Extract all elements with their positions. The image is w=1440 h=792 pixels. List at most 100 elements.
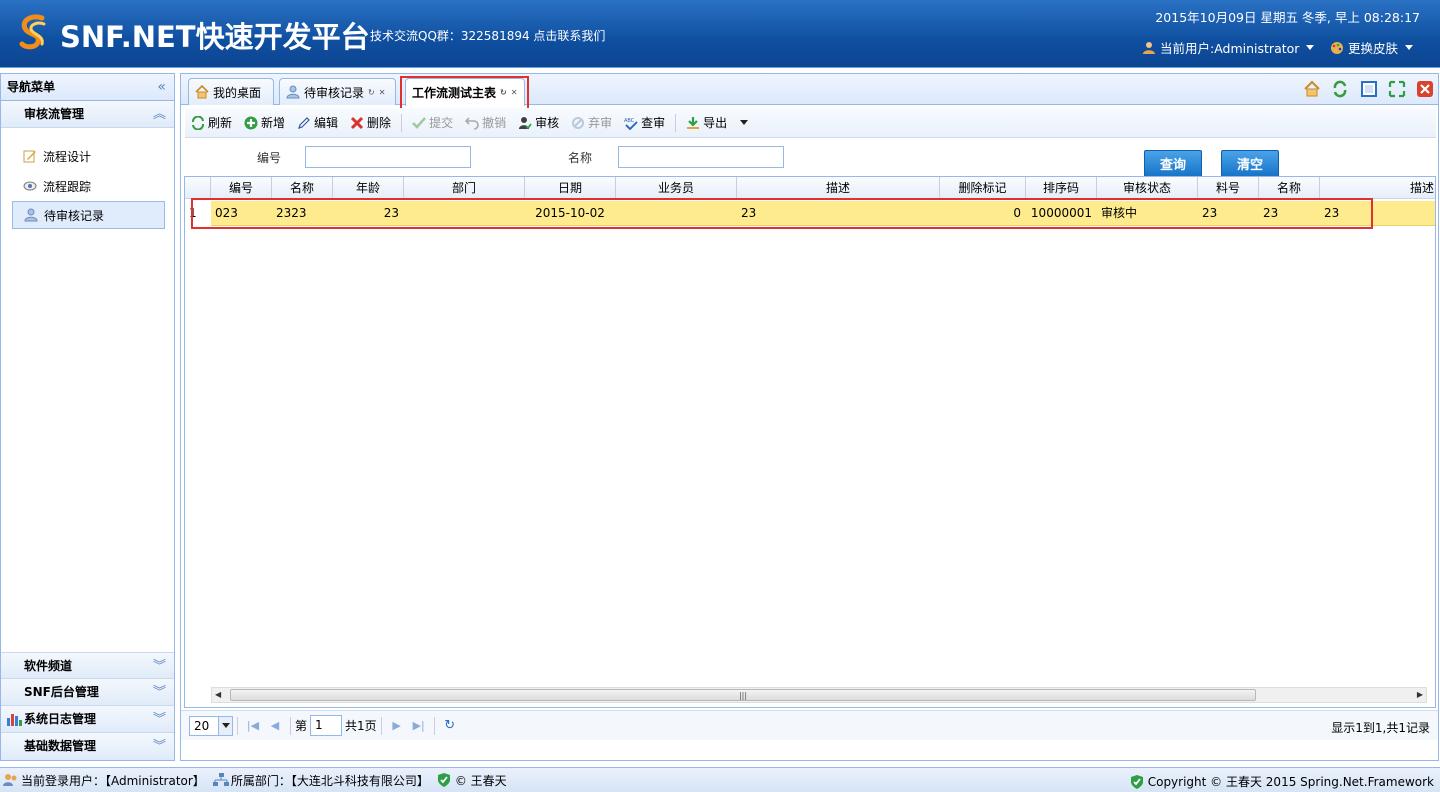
column-header[interactable]: 名称 xyxy=(272,177,333,199)
nav-group-system-log[interactable]: 系统日志管理 ︾ xyxy=(1,706,174,733)
table-cell[interactable]: 23 xyxy=(1259,201,1320,226)
edit-button[interactable]: 编辑 xyxy=(291,111,344,135)
tab-my-desktop[interactable]: 我的桌面 xyxy=(188,78,274,105)
delete-x-icon xyxy=(350,116,364,129)
bar-chart-icon xyxy=(7,714,22,726)
clear-button[interactable]: 清空 xyxy=(1221,150,1279,177)
column-header[interactable]: 审核状态 xyxy=(1097,177,1198,199)
qq-contact-link[interactable]: 技术交流QQ群：322581894 点击联系我们 xyxy=(370,27,605,44)
scroll-right-icon[interactable]: ▶ xyxy=(1417,690,1423,699)
delete-button[interactable]: 删除 xyxy=(344,111,397,135)
change-skin-menu[interactable]: 更换皮肤 xyxy=(1330,38,1414,57)
page-number-input[interactable]: 1 xyxy=(310,715,343,736)
app-title: SNF.NET快速开发平台 xyxy=(60,20,370,54)
fullscreen-icon[interactable] xyxy=(1360,80,1378,98)
chevron-down-icon xyxy=(1306,45,1315,50)
column-header[interactable]: 排序码 xyxy=(1026,177,1097,199)
scrollbar-thumb[interactable]: ||| xyxy=(230,689,1256,701)
pagination-bar: 20 |◀ ◀ 第 1 共1页 ▶ ▶| ↻ 显示1到1,共1记录 xyxy=(181,710,1438,740)
horizontal-scrollbar[interactable]: ◀ ||| ▶ xyxy=(211,687,1427,703)
app-header: SNF.NET快速开发平台 技术交流QQ群：322581894 点击联系我们 2… xyxy=(0,0,1440,68)
table-cell[interactable]: 23 xyxy=(737,201,940,226)
shield-check-icon xyxy=(437,773,450,787)
check-audit-button[interactable]: ABC 查审 xyxy=(618,111,671,135)
add-button[interactable]: 新增 xyxy=(238,111,291,135)
page-prefix-label: 第 xyxy=(295,719,308,733)
export-button[interactable]: 导出 xyxy=(680,111,754,135)
nav-group-workflow[interactable]: 审核流管理 ︽ xyxy=(1,101,174,128)
users-icon xyxy=(3,774,17,786)
table-cell[interactable]: 10000001 xyxy=(1026,201,1097,226)
toolbar-separator xyxy=(401,113,403,132)
pencil-icon xyxy=(298,116,310,129)
org-tree-icon xyxy=(212,773,229,786)
nav-group-basic-data[interactable]: 基础数据管理 ︾ xyxy=(1,733,174,760)
first-page-icon[interactable]: |◀ xyxy=(242,716,264,736)
column-header[interactable]: 编号 xyxy=(211,177,272,199)
refresh-icon[interactable] xyxy=(1331,80,1349,98)
last-page-icon[interactable]: ▶| xyxy=(408,716,430,736)
nav-item-pending-audit[interactable]: 待审核记录 xyxy=(12,201,165,229)
copyright-text: Copyright © 王春天 2015 Spring.Net.Framewor… xyxy=(1147,775,1434,789)
table-cell[interactable] xyxy=(404,201,525,226)
spellcheck-icon: ABC xyxy=(624,118,638,130)
chevron-down-icon: ︾ xyxy=(152,712,166,727)
table-cell[interactable]: 023 xyxy=(211,201,272,226)
navigation-panel: 导航菜单 « 审核流管理 ︽ 流程设计 流程跟踪 待审核记录 软件频道 ︾ SN… xyxy=(0,73,175,761)
table-cell[interactable]: 0 xyxy=(940,201,1026,226)
table-cell[interactable]: 23 xyxy=(1320,201,1435,226)
query-button[interactable]: 查询 xyxy=(1144,150,1202,177)
refresh-tab-icon[interactable]: ↻ xyxy=(368,88,375,97)
user-icon xyxy=(1143,41,1155,54)
refresh-button[interactable]: 刷新 xyxy=(185,111,238,135)
home-icon[interactable] xyxy=(1303,80,1321,98)
change-skin-label: 更换皮肤 xyxy=(1348,41,1399,56)
column-header[interactable]: 年龄 xyxy=(333,177,404,199)
nav-group-snf-admin[interactable]: SNF后台管理 ︾ xyxy=(1,679,174,706)
submit-button[interactable]: 提交 xyxy=(406,111,459,135)
current-user-menu[interactable]: 当前用户:Administrator xyxy=(1142,38,1315,57)
expand-icon[interactable] xyxy=(1388,80,1406,98)
name-input[interactable] xyxy=(618,146,784,168)
table-cell[interactable]: 23 xyxy=(333,201,404,226)
column-header[interactable]: 料号 xyxy=(1198,177,1259,199)
abandon-icon xyxy=(572,116,585,129)
table-cell[interactable] xyxy=(616,201,737,226)
collapse-left-icon[interactable]: « xyxy=(157,74,166,101)
column-header[interactable]: 部门 xyxy=(404,177,525,199)
tab-pending-audit[interactable]: 待审核记录 ↻ ✕ xyxy=(279,78,396,105)
code-label: 编号 xyxy=(257,151,282,165)
table-cell[interactable]: 2323 xyxy=(272,201,333,226)
close-icon[interactable]: ✕ xyxy=(379,88,386,97)
code-input[interactable] xyxy=(305,146,471,168)
scroll-left-icon[interactable]: ◀ xyxy=(215,690,221,699)
column-header[interactable]: 描述 xyxy=(737,177,940,199)
next-page-icon[interactable]: ▶ xyxy=(386,716,408,736)
page-size-select[interactable]: 20 xyxy=(189,715,233,736)
prev-page-icon[interactable]: ◀ xyxy=(264,716,286,736)
table-cell[interactable]: 2015-10-02 xyxy=(525,201,616,226)
close-window-icon[interactable] xyxy=(1416,80,1434,98)
abandon-audit-button[interactable]: 弃审 xyxy=(565,111,618,135)
chevron-down-icon: ︾ xyxy=(152,659,166,674)
nav-group-software[interactable]: 软件频道 ︾ xyxy=(1,652,174,679)
nav-item-process-tracking[interactable]: 流程跟踪 xyxy=(12,172,165,200)
table-row[interactable]: 1 023 2323 23 2015-10-02 23 0 10000001 审… xyxy=(185,201,1435,226)
snf-logo-icon xyxy=(19,14,46,50)
toolbar-separator xyxy=(675,113,677,132)
data-grid: 编号 名称 年龄 部门 日期 业务员 描述 删除标记 排序码 审核状态 料号 名… xyxy=(184,176,1436,708)
column-header[interactable]: 名称 xyxy=(1259,177,1320,199)
grid-toolbar: 刷新 新增 编辑 删除 提交 撤销 审核 弃审 ABC 查审 导出 xyxy=(185,108,1436,138)
reload-icon[interactable]: ↻ xyxy=(439,716,461,736)
revoke-button[interactable]: 撤销 xyxy=(459,111,512,135)
nav-item-process-design[interactable]: 流程设计 xyxy=(12,142,165,170)
table-cell[interactable]: 23 xyxy=(1198,201,1259,226)
column-header[interactable]: 日期 xyxy=(525,177,616,199)
table-cell[interactable]: 审核中 xyxy=(1097,201,1198,226)
audit-button[interactable]: 审核 xyxy=(512,111,565,135)
nav-bottom-groups: 软件频道 ︾ SNF后台管理 ︾ 系统日志管理 ︾ 基础数据管理 ︾ xyxy=(1,652,174,760)
user-icon xyxy=(24,208,38,222)
column-header[interactable]: 业务员 xyxy=(616,177,737,199)
column-header[interactable]: 描述 xyxy=(1320,177,1435,199)
column-header[interactable]: 删除标记 xyxy=(940,177,1026,199)
